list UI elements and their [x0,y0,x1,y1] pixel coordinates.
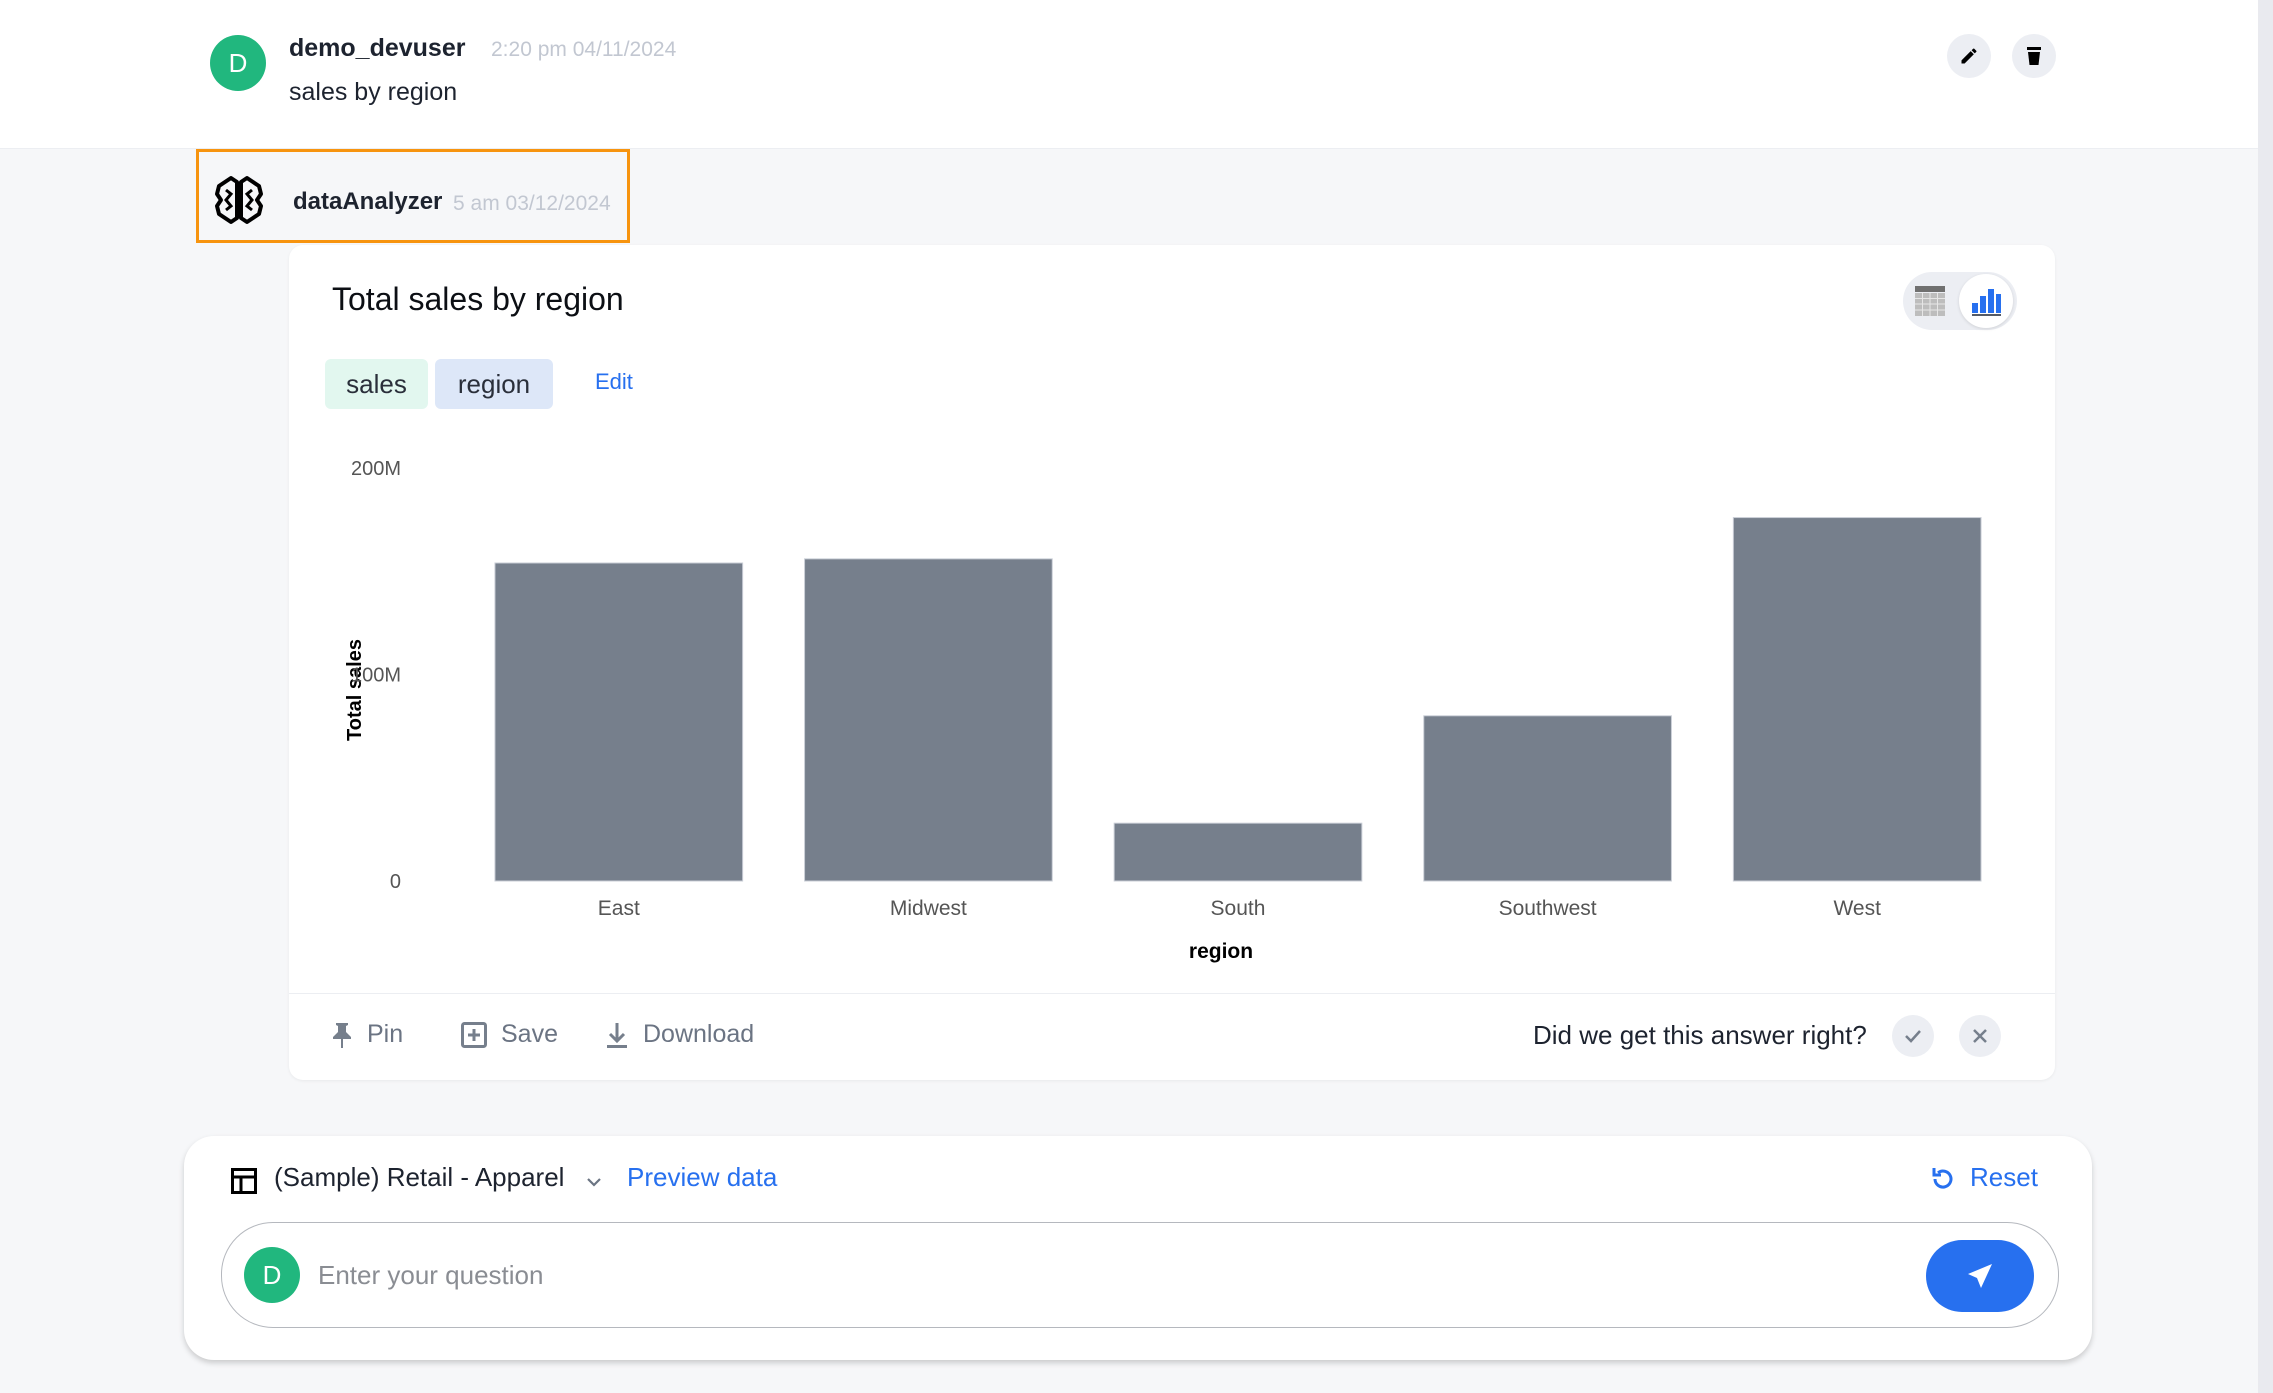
add-box-icon [461,1021,487,1048]
user-timestamp: 2:20 pm 04/11/2024 [491,38,677,61]
user-message: D demo_devuser 2:20 pm 04/11/2024 sales … [0,0,2258,149]
feedback-yes-button[interactable] [1892,1015,1934,1057]
x-axis-label: region [1189,940,1253,963]
pin-button[interactable]: Pin [331,1020,403,1049]
bar-west[interactable] [1732,517,1982,882]
user-query-text: sales by region [289,78,458,106]
save-label: Save [501,1020,558,1048]
pin-icon [333,1022,351,1048]
close-icon [1973,1029,1987,1043]
reset-icon [1932,1167,1953,1188]
avatar-initial: D [262,1259,282,1290]
bar-southwest[interactable] [1423,715,1672,882]
preview-data-link[interactable]: Preview data [627,1162,777,1193]
x-tick-label: East [598,897,640,920]
download-button[interactable]: Download [605,1020,754,1049]
check-icon [1905,1030,1921,1043]
query-panel: (Sample) Retail - Apparel Preview data R… [184,1136,2092,1360]
datasource-table-icon [231,1168,257,1194]
trash-icon [2027,47,2041,65]
pin-label: Pin [367,1020,404,1048]
x-tick-label: South [1211,897,1266,920]
save-button[interactable]: Save [461,1020,558,1049]
reset-button[interactable]: Reset [1930,1162,2038,1193]
x-tick-label: West [1833,897,1881,920]
brain-icon [215,176,263,224]
x-tick-label: Midwest [890,897,967,920]
feedback-question: Did we get this answer right? [1533,1020,1867,1050]
y-tick-label: 100M [351,665,401,687]
user-avatar: D [210,35,266,91]
bar-chart: Total sales region 0 100M 200M East Midwest… [344,458,1982,963]
bot-message-header: dataAnalyzer 5 am 03/12/2024 [196,149,630,243]
y-tick-label: 0 [390,871,401,893]
chevron-down-icon[interactable] [584,1172,604,1192]
reset-label: Reset [1970,1162,2038,1192]
send-button[interactable] [1926,1240,2034,1312]
download-icon [607,1022,627,1048]
question-input[interactable] [316,1251,1380,1299]
bar-midwest[interactable] [804,558,1053,882]
bot-timestamp: 5 am 03/12/2024 [453,192,611,215]
pencil-icon [1961,48,1977,64]
user-name: demo_devuser [289,34,466,62]
bot-name: dataAnalyzer [293,188,443,215]
send-icon [1968,1264,1992,1288]
avatar-initial: D [228,47,248,78]
page-scrollbar[interactable] [2258,0,2273,1393]
y-axis-label: Total sales [344,639,366,741]
feedback-no-button[interactable] [1959,1015,2001,1057]
y-tick-label: 200M [351,458,401,480]
input-avatar: D [244,1247,300,1303]
download-label: Download [643,1020,755,1048]
delete-message-button[interactable] [2012,34,2056,78]
edit-message-button[interactable] [1947,34,1991,78]
answer-card: Total sales by region sales region Edit … [289,245,2055,1080]
question-input-wrapper: D [221,1222,2059,1328]
answer-footer: Pin Save Download Did we get this answer… [289,993,2055,1081]
x-tick-label: Southwest [1499,897,1597,920]
datasource-name[interactable]: (Sample) Retail - Apparel [274,1162,564,1193]
bar-south[interactable] [1113,822,1363,882]
bar-east[interactable] [494,562,744,882]
